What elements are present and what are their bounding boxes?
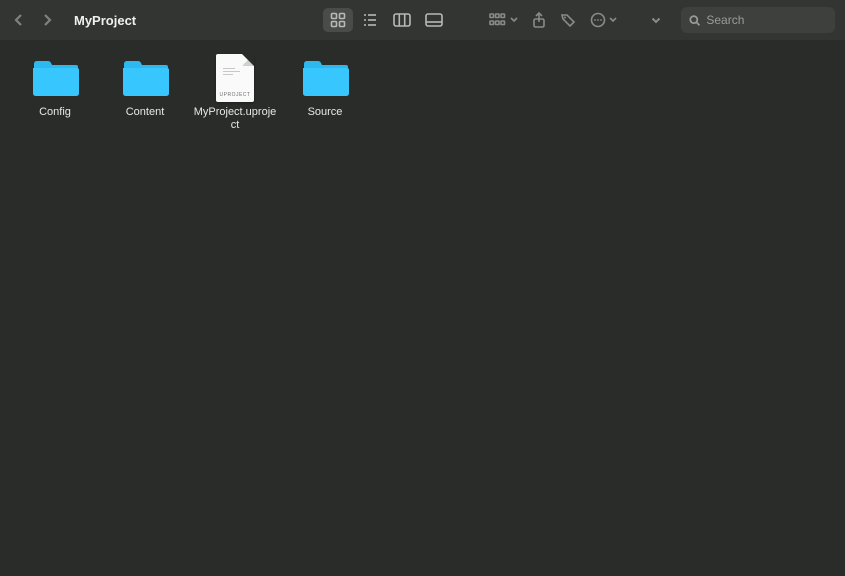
file-grid: Config Content UPROJECT MyProject.uproje… <box>0 40 845 146</box>
item-label: MyProject.uproject <box>192 106 278 132</box>
folder-item[interactable]: Config <box>10 54 100 132</box>
item-label: Source <box>308 106 343 119</box>
toolbar-actions <box>489 8 617 32</box>
list-view-button[interactable] <box>355 8 385 32</box>
back-button[interactable] <box>10 11 28 29</box>
item-label: Content <box>126 106 165 119</box>
group-button[interactable] <box>489 8 518 32</box>
column-view-button[interactable] <box>387 8 417 32</box>
chevron-down-icon <box>609 17 617 23</box>
search-input[interactable] <box>706 13 827 27</box>
search-icon <box>689 14 700 27</box>
folder-icon <box>120 54 170 102</box>
search-box[interactable] <box>681 7 835 33</box>
folder-item[interactable]: Source <box>280 54 370 132</box>
grid-icon <box>330 12 346 28</box>
gallery-view-button[interactable] <box>419 8 449 32</box>
tag-icon <box>560 12 576 28</box>
share-icon <box>532 12 546 29</box>
folder-icon <box>300 54 350 102</box>
chevron-down-icon <box>651 17 661 24</box>
file-icon: UPROJECT <box>210 54 260 102</box>
share-button[interactable] <box>532 8 546 32</box>
forward-button[interactable] <box>38 11 56 29</box>
item-label: Config <box>39 106 71 119</box>
columns-icon <box>393 13 411 27</box>
nav-arrows <box>10 11 56 29</box>
gallery-icon <box>425 13 443 27</box>
folder-icon <box>30 54 80 102</box>
chevron-down-icon <box>510 17 518 23</box>
folder-item[interactable]: Content <box>100 54 190 132</box>
window-title: MyProject <box>74 13 136 28</box>
tags-button[interactable] <box>560 8 576 32</box>
ellipsis-circle-icon <box>590 12 606 28</box>
file-item[interactable]: UPROJECT MyProject.uproject <box>190 54 280 132</box>
icon-view-button[interactable] <box>323 8 353 32</box>
action-menu-button[interactable] <box>590 8 617 32</box>
group-icon <box>489 13 507 27</box>
list-icon <box>362 12 378 28</box>
toolbar: MyProject <box>0 0 845 40</box>
view-mode-segment <box>323 8 449 32</box>
toolbar-overflow-button[interactable] <box>651 8 661 32</box>
file-ext-label: UPROJECT <box>216 92 254 98</box>
